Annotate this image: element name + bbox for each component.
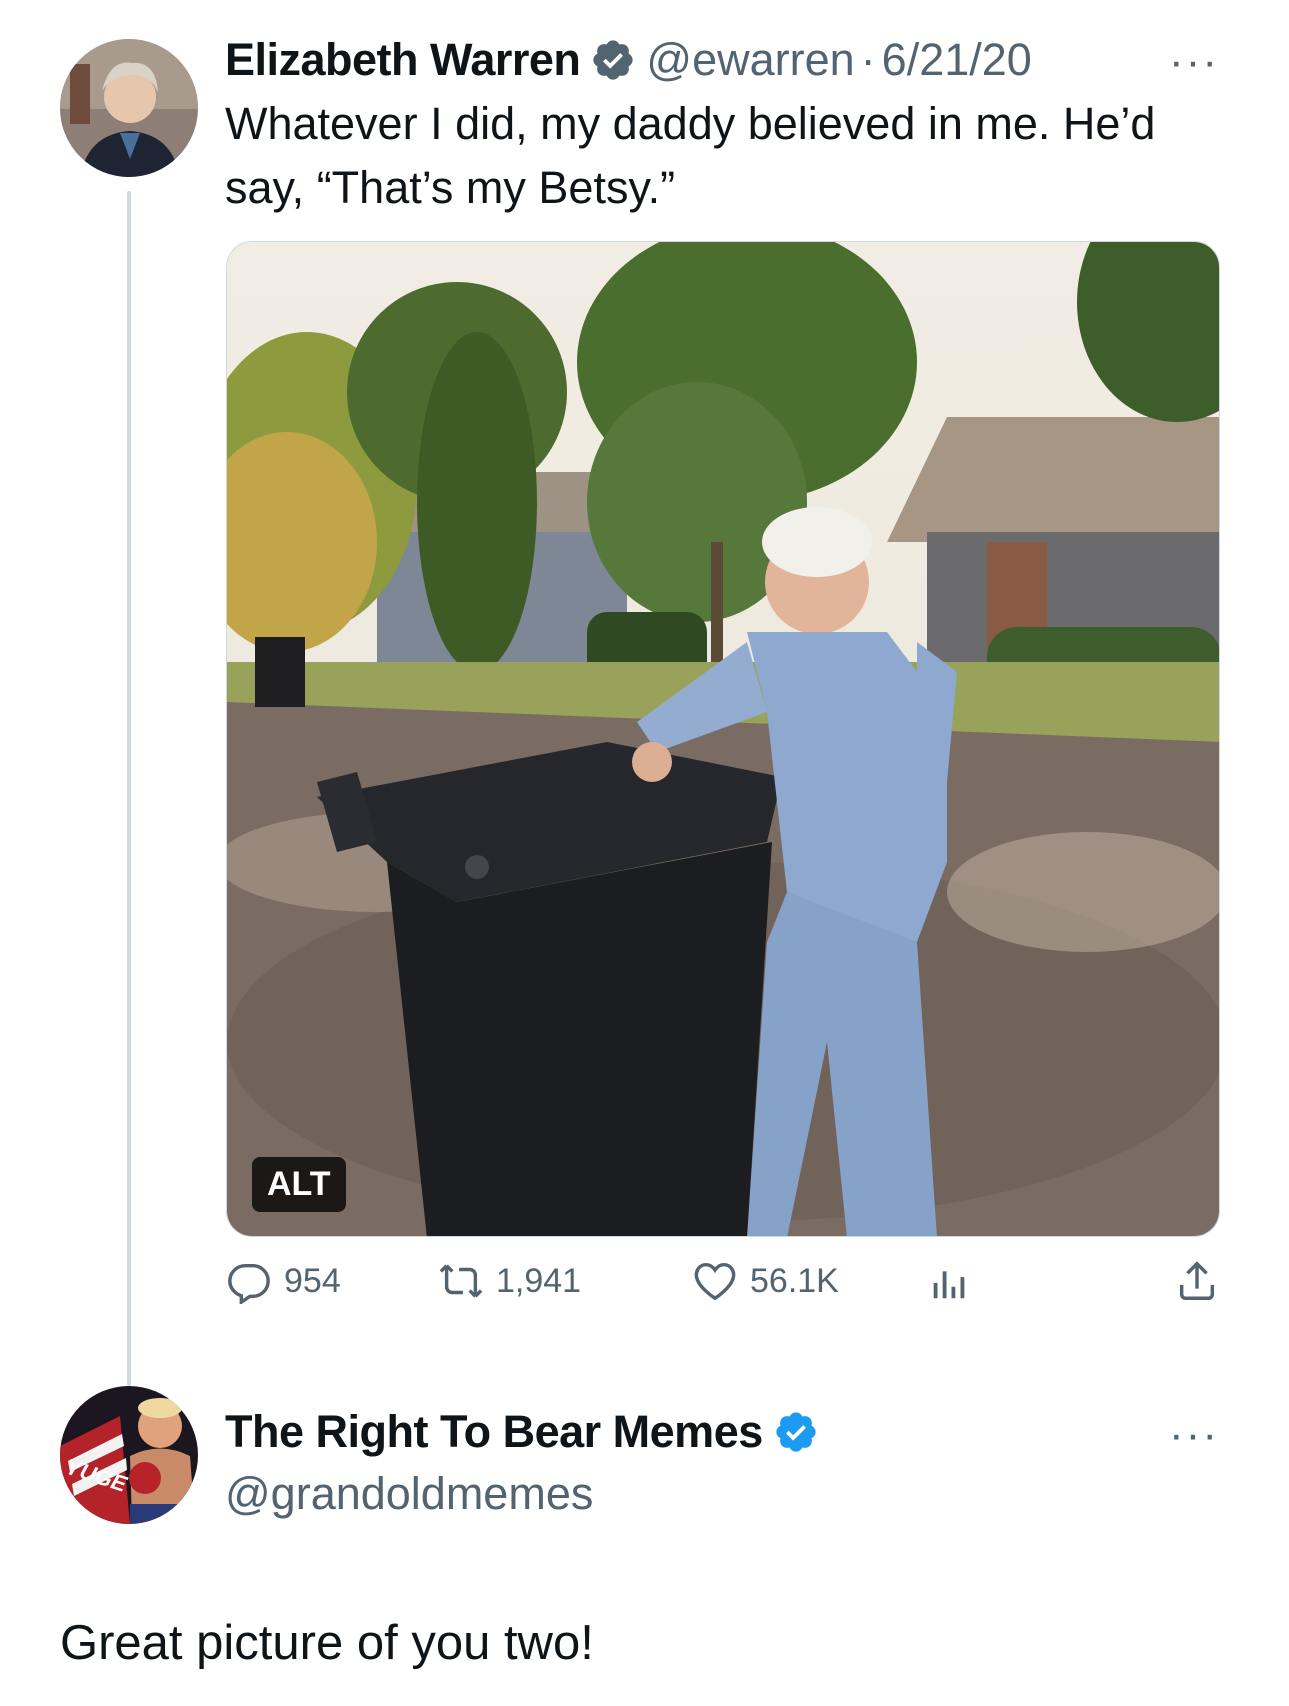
- verified-badge-icon[interactable]: [590, 37, 636, 83]
- more-options-icon[interactable]: ···: [1169, 40, 1219, 84]
- repost-icon: [439, 1264, 483, 1298]
- reply-handle-line: @grandoldmemes: [225, 1468, 593, 1520]
- heart-icon: [694, 1262, 736, 1301]
- reply-author-handle[interactable]: @grandoldmemes: [225, 1468, 593, 1520]
- reply-button[interactable]: 954: [226, 1258, 341, 1304]
- reply-author-name[interactable]: The Right To Bear Memes: [225, 1406, 763, 1458]
- repost-button[interactable]: 1,941: [438, 1258, 581, 1304]
- share-button[interactable]: [1174, 1258, 1232, 1304]
- verified-badge-icon[interactable]: [773, 1409, 819, 1455]
- like-count: 56.1K: [750, 1261, 839, 1300]
- tweet-actions: 954 1,941 56.1K: [226, 1258, 1220, 1318]
- tweet-date[interactable]: 6/21/20: [882, 34, 1032, 86]
- share-icon: [1179, 1261, 1215, 1300]
- grandoldmemes-avatar-image: YUGE: [60, 1386, 198, 1524]
- reply-more-options-icon[interactable]: ···: [1169, 1413, 1219, 1457]
- reply-avatar[interactable]: YUGE: [60, 1386, 198, 1524]
- views-button[interactable]: [926, 1258, 984, 1304]
- author-name[interactable]: Elizabeth Warren: [225, 34, 581, 86]
- tweet-text: Whatever I did, my daddy believed in me.…: [225, 98, 1156, 213]
- analytics-icon: [933, 1271, 965, 1299]
- reply-count: 954: [284, 1261, 341, 1300]
- tweet-header: Elizabeth Warren @ewarren · 6/21/20: [225, 34, 1032, 86]
- like-button[interactable]: 56.1K: [692, 1258, 839, 1304]
- thread-connector: [127, 191, 131, 1386]
- reply-header: The Right To Bear Memes: [225, 1406, 829, 1458]
- tweet-photo[interactable]: ALT: [226, 241, 1220, 1237]
- author-handle[interactable]: @ewarren: [646, 34, 854, 86]
- avatar[interactable]: [60, 39, 198, 177]
- reply-icon: [228, 1263, 270, 1304]
- warren-avatar-image: [60, 39, 198, 177]
- reply-text: Great picture of you two!: [60, 1616, 594, 1670]
- separator-dot: ·: [860, 34, 876, 85]
- photo-image: [227, 242, 1219, 1236]
- alt-badge[interactable]: ALT: [252, 1157, 346, 1212]
- repost-count: 1,941: [496, 1261, 582, 1300]
